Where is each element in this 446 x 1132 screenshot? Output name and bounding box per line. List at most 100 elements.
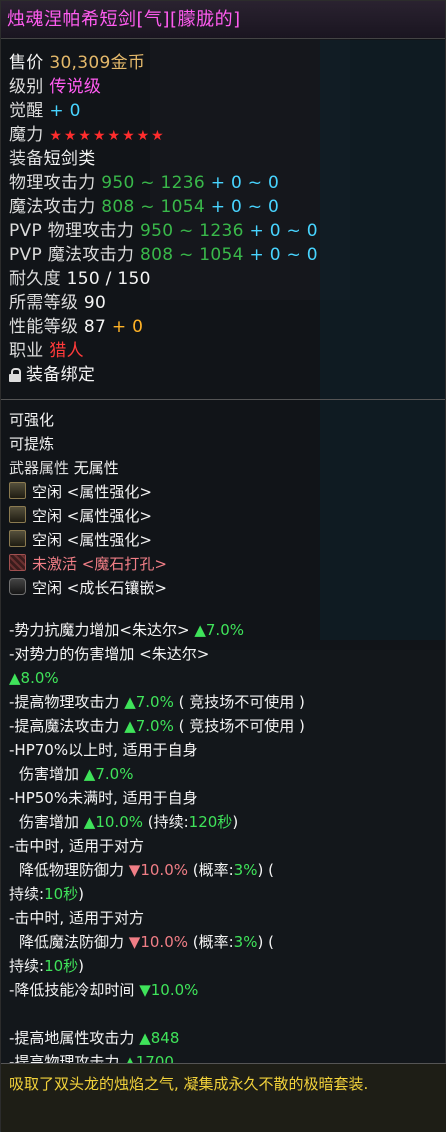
grade-label: 级别 xyxy=(9,77,44,97)
effect-value: ▼10.0% xyxy=(139,981,199,999)
bind-text: 装备绑定 xyxy=(26,365,96,385)
effect-text: 降低物理防御力 xyxy=(19,861,125,879)
req-level-label: 所需等级 xyxy=(9,293,79,313)
effect-note: ( 竞技场不可使用 ) xyxy=(178,693,305,711)
socket-slot-5: 空闲 <成长石镶嵌> xyxy=(9,576,437,600)
effect-note: (概率: xyxy=(192,933,234,951)
effect-value: ▲10.0% xyxy=(83,813,143,831)
effect-note: (概率: xyxy=(192,861,234,879)
mag-atk-row: 魔法攻击力 808 ~ 1054 + 0 ~ 0 xyxy=(9,195,437,219)
slot-state: 空闲 xyxy=(32,483,63,501)
effect-probability: 3% xyxy=(233,933,258,951)
effect-row: -降低技能冷却时间 ▼10.0% xyxy=(9,978,437,1002)
magic-row: 魔力 ★★★★★★★★ xyxy=(9,123,437,147)
bind-row: 装备绑定 xyxy=(9,363,437,387)
magic-stars: ★★★★★★★★ xyxy=(49,128,166,144)
can-enhance-row: 可强化 xyxy=(9,408,437,432)
effect-text: -提高魔法攻击力 xyxy=(9,717,120,735)
price-row: 售价 30,309金币 xyxy=(9,51,437,75)
phys-atk-label: 物理攻击力 xyxy=(9,173,96,193)
phys-atk-range: 950 ~ 1236 xyxy=(101,173,205,193)
effect-spacer xyxy=(9,1002,437,1026)
effect-note: (持续: xyxy=(147,813,189,831)
weapon-attr-row: 武器属性 无属性 xyxy=(9,456,437,480)
slot-type: <属性强化> xyxy=(66,531,152,549)
can-refine-row: 可提炼 xyxy=(9,432,437,456)
effect-text: -势力抗魔力增加<朱达尔> xyxy=(9,621,190,639)
locked-slot-icon xyxy=(9,554,26,571)
effect-note: ) xyxy=(78,957,85,975)
effect-value: ▲7.0% xyxy=(124,693,174,711)
enhance-section: 可强化 可提炼 武器属性 无属性 空闲 <属性强化> 空闲 <属性强化> 空闲 … xyxy=(1,406,445,602)
awaken-label: 觉醒 xyxy=(9,101,44,121)
item-description: 吸取了双头龙的烛焰之气, 凝集成永久不散的极暗套装. xyxy=(1,1063,446,1132)
effect-text: -击中时, 适用于对方 xyxy=(9,837,144,855)
job-row: 职业 猎人 xyxy=(9,339,437,363)
mag-atk-label: 魔法攻击力 xyxy=(9,197,96,217)
perf-level-label: 性能等级 xyxy=(9,317,79,337)
price-unit: 金币 xyxy=(110,53,146,73)
item-basic-info: 售价 30,309金币 级别 传说级 觉醒 + 0 魔力 ★★★★★★★★ 装备… xyxy=(1,39,445,389)
magic-label: 魔力 xyxy=(9,125,44,145)
mag-atk-range: 808 ~ 1054 xyxy=(101,197,205,217)
effect-value: ▲7.0% xyxy=(83,765,134,783)
effect-note: ) xyxy=(232,813,239,831)
effect-row: ▲8.0% xyxy=(9,666,437,690)
socket-slot-4: 未激活 <魔石打孔> xyxy=(9,552,437,576)
effect-duration: 10秒 xyxy=(44,957,79,975)
effect-duration: 10秒 xyxy=(44,885,79,903)
effect-note: ) ( xyxy=(257,933,274,951)
effect-note: 持续: xyxy=(9,957,45,975)
phys-atk-bonus: + 0 ~ 0 xyxy=(210,173,280,193)
awaken-row: 觉醒 + 0 xyxy=(9,99,437,123)
effect-row: -击中时, 适用于对方 xyxy=(9,906,437,930)
pvp-mag-row: PVP 魔法攻击力 808 ~ 1054 + 0 ~ 0 xyxy=(9,243,437,267)
effect-probability: 3% xyxy=(233,861,258,879)
effect-row: 伤害增加 ▲10.0% (持续:120秒) xyxy=(9,810,437,834)
effect-text: -HP50%未满时, 适用于自身 xyxy=(9,789,198,807)
effect-value: ▲848 xyxy=(139,1029,180,1047)
durability-row: 耐久度 150 / 150 xyxy=(9,267,437,291)
effect-text: -对势力的伤害增加 <朱达尔> xyxy=(9,645,210,663)
grade-value: 传说级 xyxy=(49,77,102,97)
phys-atk-row: 物理攻击力 950 ~ 1236 + 0 ~ 0 xyxy=(9,171,437,195)
pvp-phys-bonus: + 0 ~ 0 xyxy=(249,221,318,241)
effect-row: -击中时, 适用于对方 xyxy=(9,834,437,858)
slot-state: 空闲 xyxy=(32,531,63,549)
weapon-attr-label: 武器属性 xyxy=(9,459,70,477)
effect-value: ▲7.0% xyxy=(124,717,174,735)
durability-value: 150 / 150 xyxy=(66,269,151,289)
effect-row: -HP50%未满时, 适用于自身 xyxy=(9,786,437,810)
effect-text: 降低魔法防御力 xyxy=(19,933,125,951)
price-label: 售价 xyxy=(9,53,44,73)
weapon-attr-value: 无属性 xyxy=(73,459,119,477)
effect-note: ) ( xyxy=(257,861,274,879)
effect-row: -势力抗魔力增加<朱达尔> ▲7.0% xyxy=(9,618,437,642)
effect-row: -提高地属性攻击力 ▲848 xyxy=(9,1026,437,1050)
grade-row: 级别 传说级 xyxy=(9,75,437,99)
effect-row: -提高物理攻击力 ▲7.0% ( 竞技场不可使用 ) xyxy=(9,690,437,714)
effect-value: ▲7.0% xyxy=(194,621,244,639)
item-name: 烛魂涅帕希短剑[气][朦胧的] xyxy=(7,9,241,30)
lock-icon xyxy=(9,368,21,382)
effect-note: ) xyxy=(78,885,85,903)
job-label: 职业 xyxy=(9,341,44,361)
pvp-phys-row: PVP 物理攻击力 950 ~ 1236 + 0 ~ 0 xyxy=(9,219,437,243)
pvp-phys-label: PVP 物理攻击力 xyxy=(9,221,135,241)
effect-text: 伤害增加 xyxy=(19,765,80,783)
effect-text: -提高地属性攻击力 xyxy=(9,1029,135,1047)
price-value: 30,309 xyxy=(49,53,111,73)
effects-section: -势力抗魔力增加<朱达尔> ▲7.0% -对势力的伤害增加 <朱达尔> ▲8.0… xyxy=(1,616,445,1076)
pvp-mag-bonus: + 0 ~ 0 xyxy=(249,245,318,265)
socket-slot-1: 空闲 <属性强化> xyxy=(9,480,437,504)
job-value: 猎人 xyxy=(49,341,84,361)
slot-state: 未激活 xyxy=(32,555,78,573)
equip-value: 短剑类 xyxy=(43,149,96,169)
slot-type: <属性强化> xyxy=(66,507,152,525)
effect-text: -提高物理攻击力 xyxy=(9,693,120,711)
slot-state: 空闲 xyxy=(32,507,63,525)
effect-text: -降低技能冷却时间 xyxy=(9,981,135,999)
item-title-bar: 烛魂涅帕希短剑[气][朦胧的] xyxy=(1,1,445,39)
socket-slot-2: 空闲 <属性强化> xyxy=(9,504,437,528)
effect-row: -HP70%以上时, 适用于自身 xyxy=(9,738,437,762)
